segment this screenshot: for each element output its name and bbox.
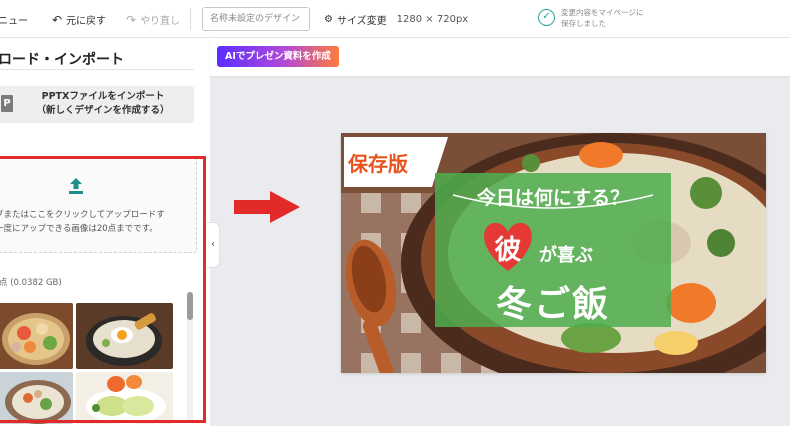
- redo-label: やり直し: [140, 16, 181, 27]
- undo-icon: ↶: [52, 12, 63, 27]
- ai-presentation-button[interactable]: AIでプレゼン資料を作成: [217, 46, 339, 67]
- design-canvas[interactable]: 保存版 今日は何にする？ 彼 が喜ぶ 冬ご飯: [341, 133, 766, 373]
- redo-button[interactable]: ↷ やり直し: [126, 12, 181, 28]
- arrow-right-icon: [234, 191, 300, 223]
- canvas-toolbar: AIでプレゼン資料を作成: [210, 38, 790, 76]
- check-circle-icon: ✓: [538, 9, 555, 26]
- panel-title: ロード・インポート: [0, 52, 124, 68]
- undo-button[interactable]: ↶ 元に戻す: [52, 12, 107, 28]
- resize-label: サイズ変更: [336, 16, 387, 27]
- canvas-size-text: 1280 × 720px: [396, 14, 469, 25]
- toolbar-divider: [190, 8, 191, 30]
- save-version-tag: 保存版: [344, 137, 448, 187]
- chevron-left-icon[interactable]: ‹: [207, 222, 220, 268]
- top-toolbar: ニュー ↶ 元に戻す ↷ やり直し 名称未設定のデザイン ⚙ サイズ変更 128…: [0, 0, 790, 38]
- menu-label: ニュー: [0, 16, 28, 27]
- redo-icon: ↷: [126, 12, 137, 27]
- design-name-input[interactable]: 名称未設定のデザイン: [202, 7, 310, 31]
- heart-character: 彼: [494, 235, 522, 266]
- pptx-import-label: PPTXファイルをインポート （新しくデザインを作成する）: [36, 91, 170, 116]
- gear-icon: ⚙: [324, 14, 333, 25]
- menu-button[interactable]: ニュー: [0, 12, 28, 27]
- highlight-frame: [0, 156, 206, 423]
- pptx-file-icon: P: [1, 95, 13, 112]
- saved-status-text: 変更内容をマイページに 保存しました: [561, 8, 644, 28]
- title-line-3: 冬ご飯: [495, 284, 610, 325]
- panel-divider: [0, 69, 194, 70]
- title-line-2: が喜ぶ: [539, 245, 593, 266]
- tag-text: 保存版: [348, 152, 408, 176]
- title-line-1: 今日は何にする？: [476, 187, 630, 209]
- undo-label: 元に戻す: [66, 16, 107, 27]
- title-panel: 今日は何にする？ 彼 が喜ぶ 冬ご飯: [435, 173, 671, 327]
- pptx-import-button[interactable]: P PPTXファイルをインポート （新しくデザインを作成する）: [0, 86, 194, 123]
- resize-button[interactable]: ⚙ サイズ変更 1280 × 720px: [324, 12, 468, 27]
